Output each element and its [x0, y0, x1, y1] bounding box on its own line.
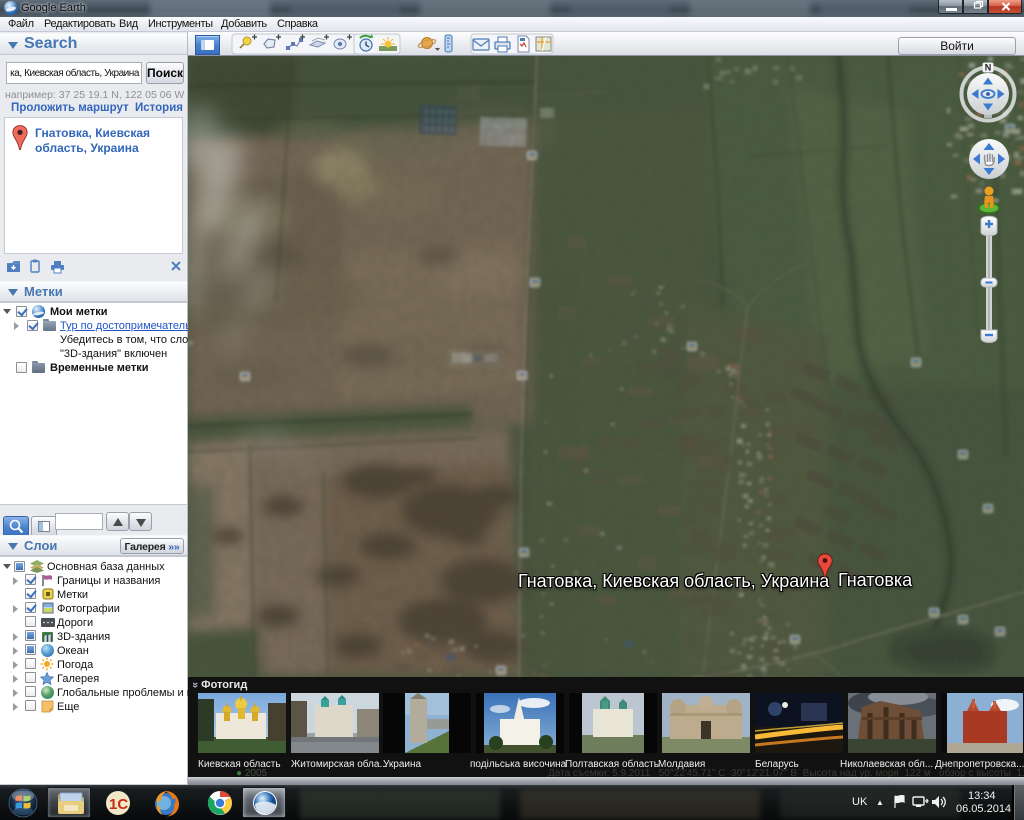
svg-text:1С: 1С	[109, 796, 128, 813]
svg-text:N: N	[985, 63, 992, 73]
